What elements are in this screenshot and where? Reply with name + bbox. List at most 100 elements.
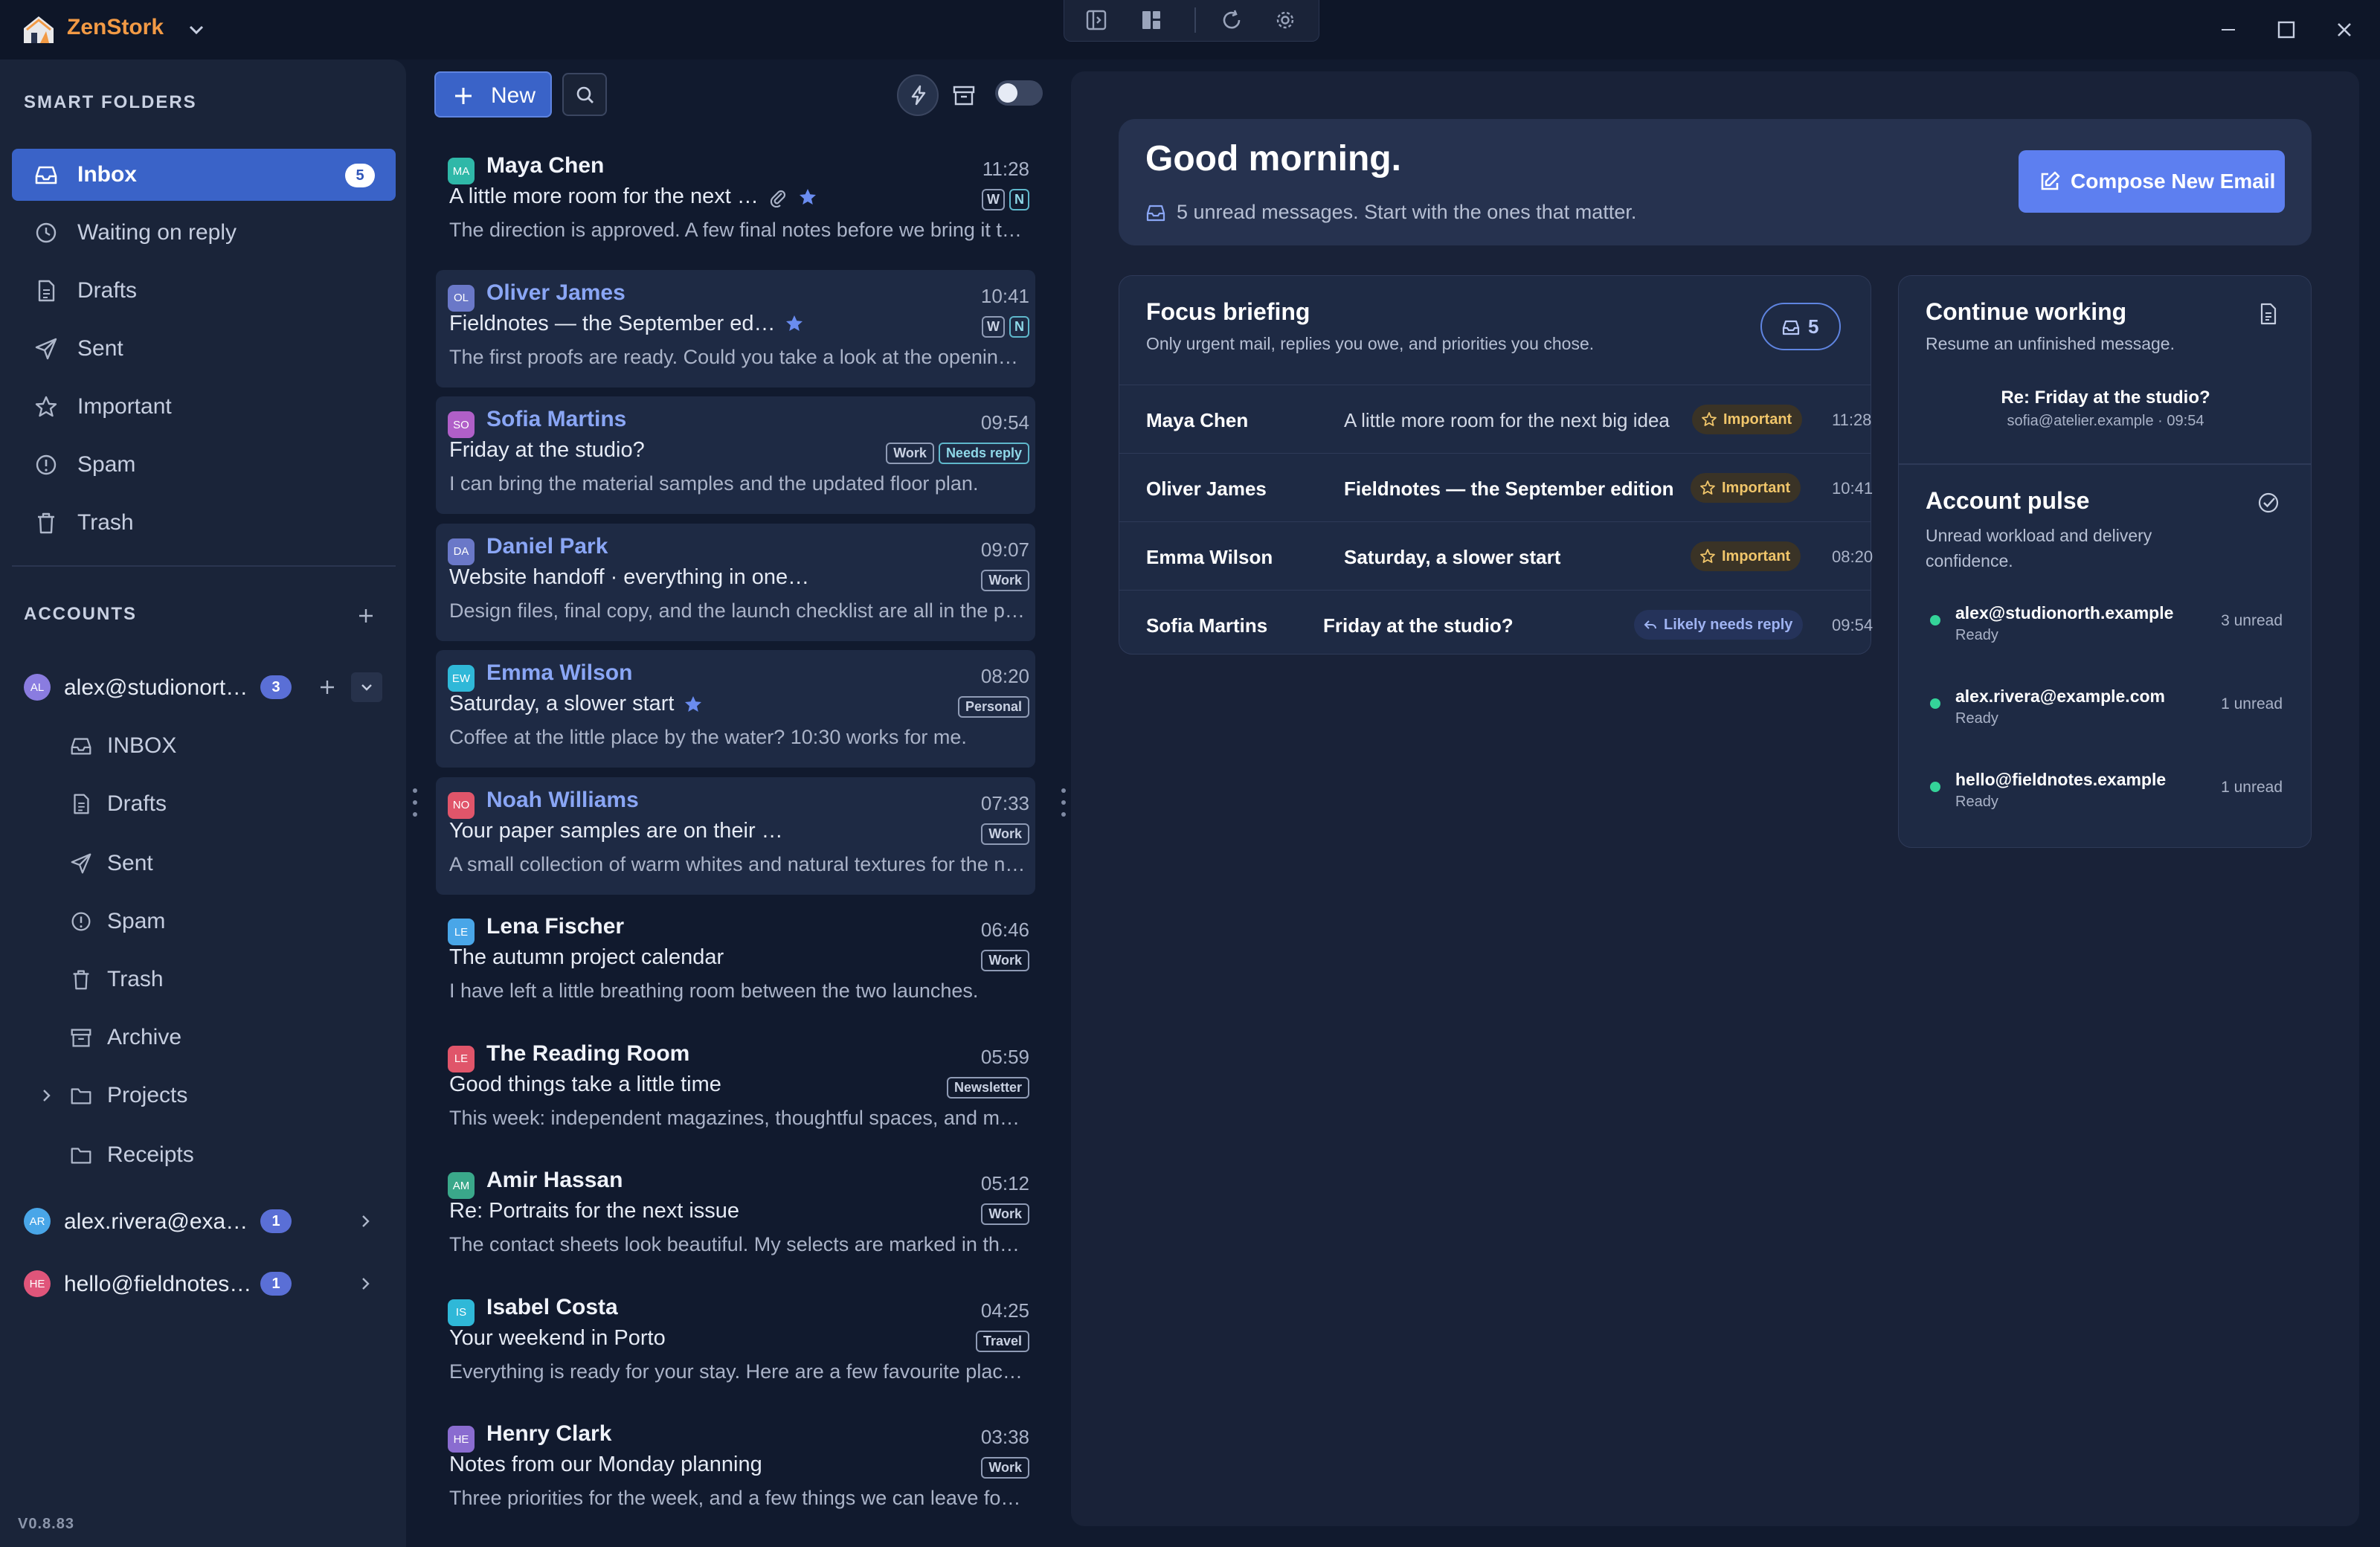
unread-summary: 5 unread messages. Start with the ones t… xyxy=(1177,201,1637,223)
close-icon[interactable] xyxy=(2331,16,2358,43)
account-item-studionorth[interactable]: AL alex@studionorth.example 3 xyxy=(12,662,396,714)
app-name[interactable]: ZenStork xyxy=(67,15,164,40)
focus-row[interactable]: Maya Chen A little more room for the next… xyxy=(1119,385,1871,453)
message-tag: Work xyxy=(981,950,1029,971)
folder-label: Archive xyxy=(107,1025,182,1049)
message-row[interactable]: NO Noah Williams 07:33 Your paper samples a… xyxy=(436,776,1035,895)
message-row[interactable]: AM Amir Hassan 05:12 Re: Portraits for the … xyxy=(436,1157,1035,1275)
pulse-unread-count: 1 unread xyxy=(2221,695,2283,713)
message-time: 05:12 xyxy=(980,1172,1029,1194)
sender-name: Maya Chen xyxy=(486,153,605,178)
account-pulse-row[interactable]: hello@fieldnotes.example Ready 1 unread xyxy=(1926,765,2283,825)
account-pulse-row[interactable]: alex.rivera@example.com Ready 1 unread xyxy=(1926,682,2283,742)
chevron-right-icon[interactable] xyxy=(354,1209,378,1233)
account-folder-trash[interactable]: Trash xyxy=(67,953,394,1006)
maximize-icon[interactable] xyxy=(2273,16,2300,43)
focus-sender: Emma Wilson xyxy=(1146,546,1273,568)
quick-actions-button[interactable] xyxy=(897,74,939,116)
search-button[interactable] xyxy=(562,73,607,116)
message-row[interactable]: MA Maya Chen 11:28 A little more room for t… xyxy=(436,143,1035,260)
message-row[interactable]: EW Emma Wilson 08:20 Saturday, a slower sta… xyxy=(436,650,1035,768)
account-folder-drafts[interactable]: Drafts xyxy=(67,778,394,830)
sender-name: Isabel Costa xyxy=(486,1294,618,1319)
refresh-icon[interactable] xyxy=(1219,7,1244,33)
layout-icon[interactable] xyxy=(1139,7,1164,33)
sidebar-item-label: Waiting on reply xyxy=(77,220,237,245)
sidebar-item-inbox[interactable]: Inbox 5 xyxy=(12,149,396,201)
account-pulse-row[interactable]: alex@studionorth.example Ready 3 unread xyxy=(1926,599,2283,658)
smart-folders-heading: SMART FOLDERS xyxy=(24,92,197,112)
sidebar-item-sent[interactable]: Sent xyxy=(12,323,396,375)
focus-row[interactable]: Sofia Martins Friday at the studio? Likely… xyxy=(1119,590,1873,658)
sidebar-item-waiting-on-reply[interactable]: Waiting on reply xyxy=(12,207,396,259)
folder-icon xyxy=(71,1088,91,1104)
sender-avatar: SO xyxy=(448,411,475,438)
pulse-account-email: hello@fieldnotes.example xyxy=(1955,770,2167,789)
panel-toggle-icon[interactable] xyxy=(1084,7,1109,33)
focus-count-badge[interactable]: 5 xyxy=(1760,303,1841,350)
star-filled-icon[interactable] xyxy=(683,694,704,715)
sidebar-item-spam[interactable]: Spam xyxy=(12,439,396,491)
archive-button[interactable] xyxy=(945,74,986,116)
focus-row[interactable]: Oliver James Fieldnotes — the September e… xyxy=(1119,453,1873,521)
message-row[interactable]: DA Daniel Park 09:07 Website handoff · ever… xyxy=(436,523,1035,641)
minimize-icon[interactable] xyxy=(2215,16,2242,43)
account-folder-spam[interactable]: Spam xyxy=(67,895,394,948)
add-account-plus-icon[interactable] xyxy=(353,602,379,629)
sidebar-item-trash[interactable]: Trash xyxy=(12,497,396,549)
focus-count: 5 xyxy=(1808,315,1819,338)
sidebar-item-label: Drafts xyxy=(77,278,138,303)
sidebar-resize-handle[interactable] xyxy=(413,788,419,821)
draft-subject: Re: Friday at the studio? xyxy=(2001,387,2210,408)
message-time: 08:20 xyxy=(980,665,1029,687)
message-tag: Needs reply xyxy=(938,443,1029,464)
alert-circle-icon xyxy=(71,912,91,931)
message-row[interactable]: LE The Reading Room 05:59 Good things take … xyxy=(436,1031,1035,1148)
focus-subject: Fieldnotes — the September edition xyxy=(1344,477,1674,500)
chevron-down-icon[interactable] xyxy=(184,18,208,42)
account-folder-sent[interactable]: Sent xyxy=(67,837,394,890)
chevron-right-icon[interactable] xyxy=(36,1084,58,1107)
toggle-knob xyxy=(998,83,1017,103)
message-row[interactable]: SO Sofia Martins 09:54 Friday at the studio… xyxy=(436,396,1035,514)
pulse-account-status: Ready xyxy=(1955,794,1998,810)
sidebar-item-important[interactable]: Important xyxy=(12,381,396,433)
add-folder-plus-icon[interactable] xyxy=(314,674,341,701)
focus-row[interactable]: Emma Wilson Saturday, a slower start Impor… xyxy=(1119,521,1873,590)
new-message-button[interactable]: New xyxy=(434,71,552,118)
account-folder-inbox[interactable]: INBOX xyxy=(67,720,394,772)
account-item-fieldnotes[interactable]: HE hello@fieldnotes.example 1 xyxy=(12,1258,396,1310)
draft-item[interactable]: Re: Friday at the studio? sofia@atelier.… xyxy=(1899,387,2312,437)
focus-priority-pill: Important xyxy=(1692,405,1803,434)
account-folder-projects[interactable]: Projects xyxy=(67,1070,394,1122)
inbox-icon xyxy=(1146,205,1165,222)
message-tags: Work xyxy=(981,569,1029,591)
message-row[interactable]: IS Isabel Costa 04:25 Your weekend in Porto… xyxy=(436,1284,1035,1402)
document-icon xyxy=(2260,303,2277,325)
star-filled-icon[interactable] xyxy=(797,187,818,208)
trash-icon xyxy=(73,970,89,990)
list-resize-handle[interactable] xyxy=(1061,788,1067,821)
settings-gear-icon[interactable] xyxy=(1273,7,1298,33)
compose-new-email-button[interactable]: Compose New Email xyxy=(2019,150,2285,213)
message-subject: Website handoff · everything in one… xyxy=(449,565,810,589)
trash-icon xyxy=(38,512,54,534)
account-item-rivera[interactable]: AR alex.rivera@example.com 1 xyxy=(12,1196,396,1248)
sidebar-item-drafts[interactable]: Drafts xyxy=(12,265,396,317)
message-time: 07:33 xyxy=(980,791,1029,814)
message-row[interactable]: OL Oliver James 10:41 Fieldnotes — the Sept… xyxy=(436,269,1035,387)
side-cards: Continue working Resume an unfinished me… xyxy=(1898,275,2312,848)
star-filled-icon[interactable] xyxy=(784,313,805,334)
folder-label: Drafts xyxy=(107,791,167,816)
toolbar-divider xyxy=(1194,7,1196,33)
message-tag: N xyxy=(1009,315,1029,338)
message-row[interactable]: LE Lena Fischer 06:46 The autumn project ca… xyxy=(436,904,1035,1021)
message-row[interactable]: HE Henry Clark 03:38 Notes from our Monday … xyxy=(436,1411,1035,1528)
account-folder-archive[interactable]: Archive xyxy=(67,1012,394,1064)
account-folder-receipts[interactable]: Receipts xyxy=(67,1129,394,1181)
account-collapse-button[interactable] xyxy=(351,672,382,702)
sender-avatar: EW xyxy=(448,665,475,692)
chevron-right-icon[interactable] xyxy=(354,1272,378,1296)
view-toggle-switch[interactable] xyxy=(995,80,1043,106)
pulse-account-email: alex.rivera@example.com xyxy=(1955,686,2165,706)
